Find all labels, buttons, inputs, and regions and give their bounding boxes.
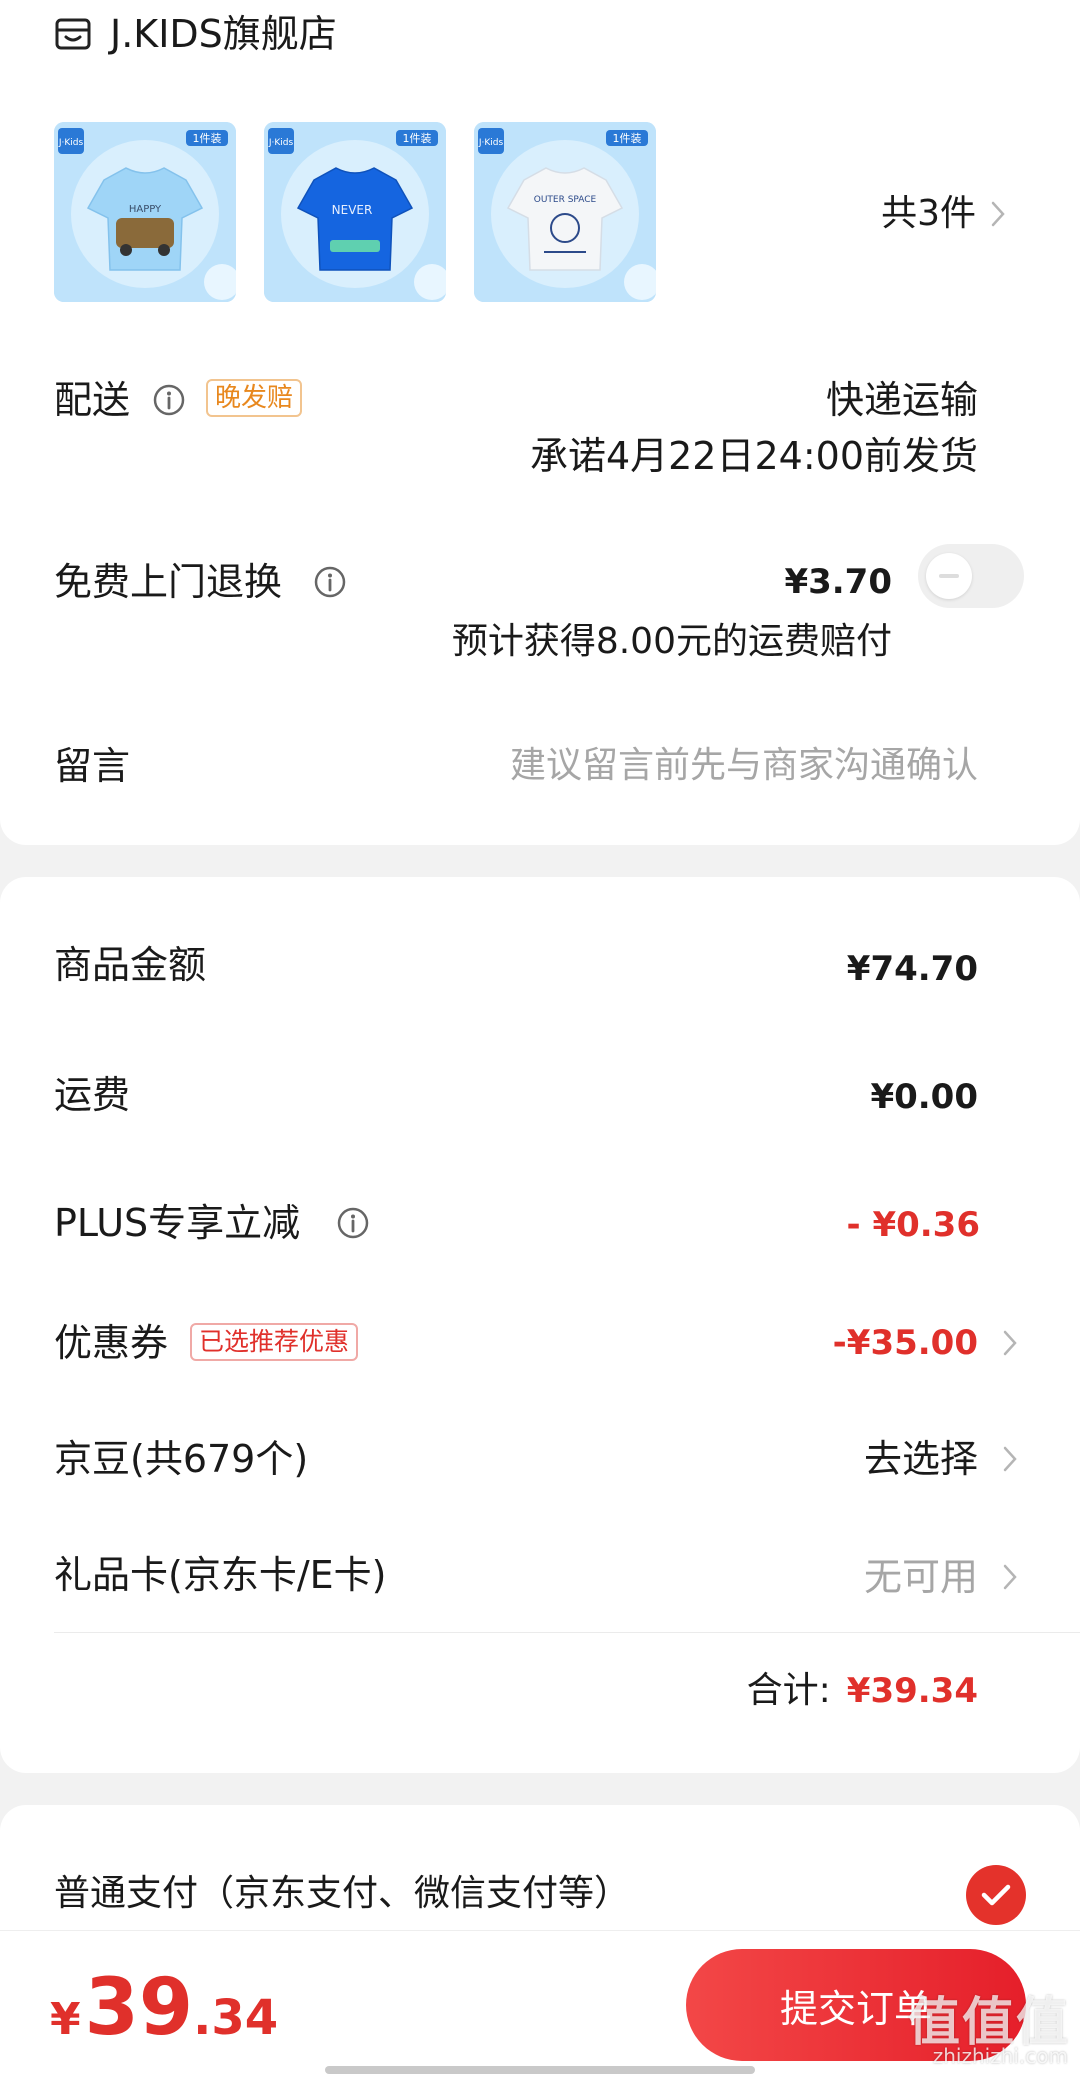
return-service-toggle[interactable] (918, 544, 1024, 608)
return-service-label: 免费上门退换 (54, 560, 283, 604)
brand-mark: J·Kids (268, 138, 294, 148)
jingdou-label: 京豆(共679个) (54, 1437, 309, 1481)
info-icon[interactable] (152, 383, 186, 417)
payment-option[interactable]: 普通支付（京东支付、微信支付等） (0, 1857, 1080, 1935)
giftcard-label: 礼品卡(京东卡/E卡) (54, 1553, 387, 1597)
total-label: 合计: (746, 1670, 831, 1711)
coupon-value: -¥35.00 (832, 1323, 978, 1363)
info-icon[interactable] (313, 565, 347, 599)
goods-amount-label: 商品金额 (54, 943, 207, 987)
toggle-knob (926, 553, 972, 599)
shipping-value: ¥0.00 (870, 1077, 978, 1117)
coupon-recommended-tag: 已选推荐优惠 (190, 1323, 359, 1361)
coupon-selector[interactable]: -¥35.00 (833, 1317, 1020, 1369)
product-thumb-3[interactable]: J·Kids 1件装 OUTER SPACE (474, 122, 656, 302)
product-thumb-1[interactable]: J·Kids 1件装 HAPPY (54, 122, 236, 302)
info-icon[interactable] (336, 1206, 370, 1240)
giftcard-value: 无可用 (863, 1555, 978, 1599)
message-input[interactable]: 建议留言前先与商家沟通确认 (510, 740, 978, 792)
pack-badge: 1件装 (613, 132, 642, 145)
chevron-right-icon (988, 188, 1008, 240)
product-thumb-2[interactable]: J·Kids 1件装 NEVER (264, 122, 446, 302)
shirt-print: OUTER SPACE (534, 195, 597, 205)
pack-badge: 1件装 (403, 132, 432, 145)
store-header[interactable]: J.KIDS旗舰店 (54, 8, 337, 60)
shirt-print: NEVER (332, 203, 373, 217)
total-integer: 39 (84, 1963, 194, 2053)
total-row: 合计: ¥39.34 (747, 1665, 978, 1717)
message-label: 留言 (54, 744, 131, 788)
brand-mark: J·Kids (478, 138, 504, 148)
checkmark-icon[interactable] (966, 1865, 1026, 1925)
store-icon (55, 18, 91, 50)
total-value: ¥39.34 (846, 1671, 978, 1711)
jingdou-selector[interactable]: 去选择 (864, 1433, 1020, 1485)
payment-option-label: 普通支付（京东支付、微信支付等） (54, 1873, 631, 1914)
giftcard-selector[interactable]: 无可用 (864, 1551, 1020, 1603)
price-summary-card: 商品金额 ¥74.70 运费 ¥0.00 PLUS专享立减 - ¥0.36 优惠… (0, 877, 1080, 1773)
chevron-right-icon (1000, 1551, 1020, 1603)
jingdou-value: 去选择 (863, 1437, 978, 1481)
checkout-total: ¥ 39 .34 (50, 1969, 278, 2047)
item-count: 共3件 (881, 193, 976, 234)
delivery-method[interactable]: 快递运输 (826, 374, 978, 426)
plus-discount-value: - ¥0.36 (846, 1205, 981, 1245)
order-info-card: J.KIDS旗舰店 J·Kids 1件装 HAPPY J·Kids 1件装 NE… (0, 0, 1080, 845)
divider (54, 1632, 1080, 1633)
brand-mark: J·Kids (58, 138, 84, 148)
delivery-label: 配送 (54, 378, 131, 422)
home-indicator[interactable] (325, 2066, 755, 2074)
return-service-note: 预计获得8.00元的运费赔付 (451, 621, 892, 662)
item-count-link[interactable]: 共3件 (881, 188, 1008, 240)
shirt-print: HAPPY (129, 204, 162, 215)
total-decimal: .34 (193, 1990, 279, 2046)
shipping-label: 运费 (54, 1073, 131, 1117)
plus-discount-label: PLUS专享立减 (54, 1201, 301, 1245)
goods-amount-value: ¥74.70 (846, 949, 978, 989)
watermark-url: zhizhizhi.com (932, 2044, 1068, 2068)
delivery-promise: 承诺4月22日24:00前发货 (529, 434, 978, 478)
coupon-label: 优惠券 (54, 1321, 169, 1365)
chevron-right-icon (1000, 1317, 1020, 1369)
return-service-price: ¥3.70 (784, 562, 892, 602)
store-name: J.KIDS旗舰店 (110, 12, 337, 56)
pack-badge: 1件装 (193, 132, 222, 145)
currency-symbol: ¥ (50, 1994, 81, 2045)
chevron-right-icon (1000, 1433, 1020, 1485)
late-compensation-tag: 晚发赔 (206, 379, 303, 417)
